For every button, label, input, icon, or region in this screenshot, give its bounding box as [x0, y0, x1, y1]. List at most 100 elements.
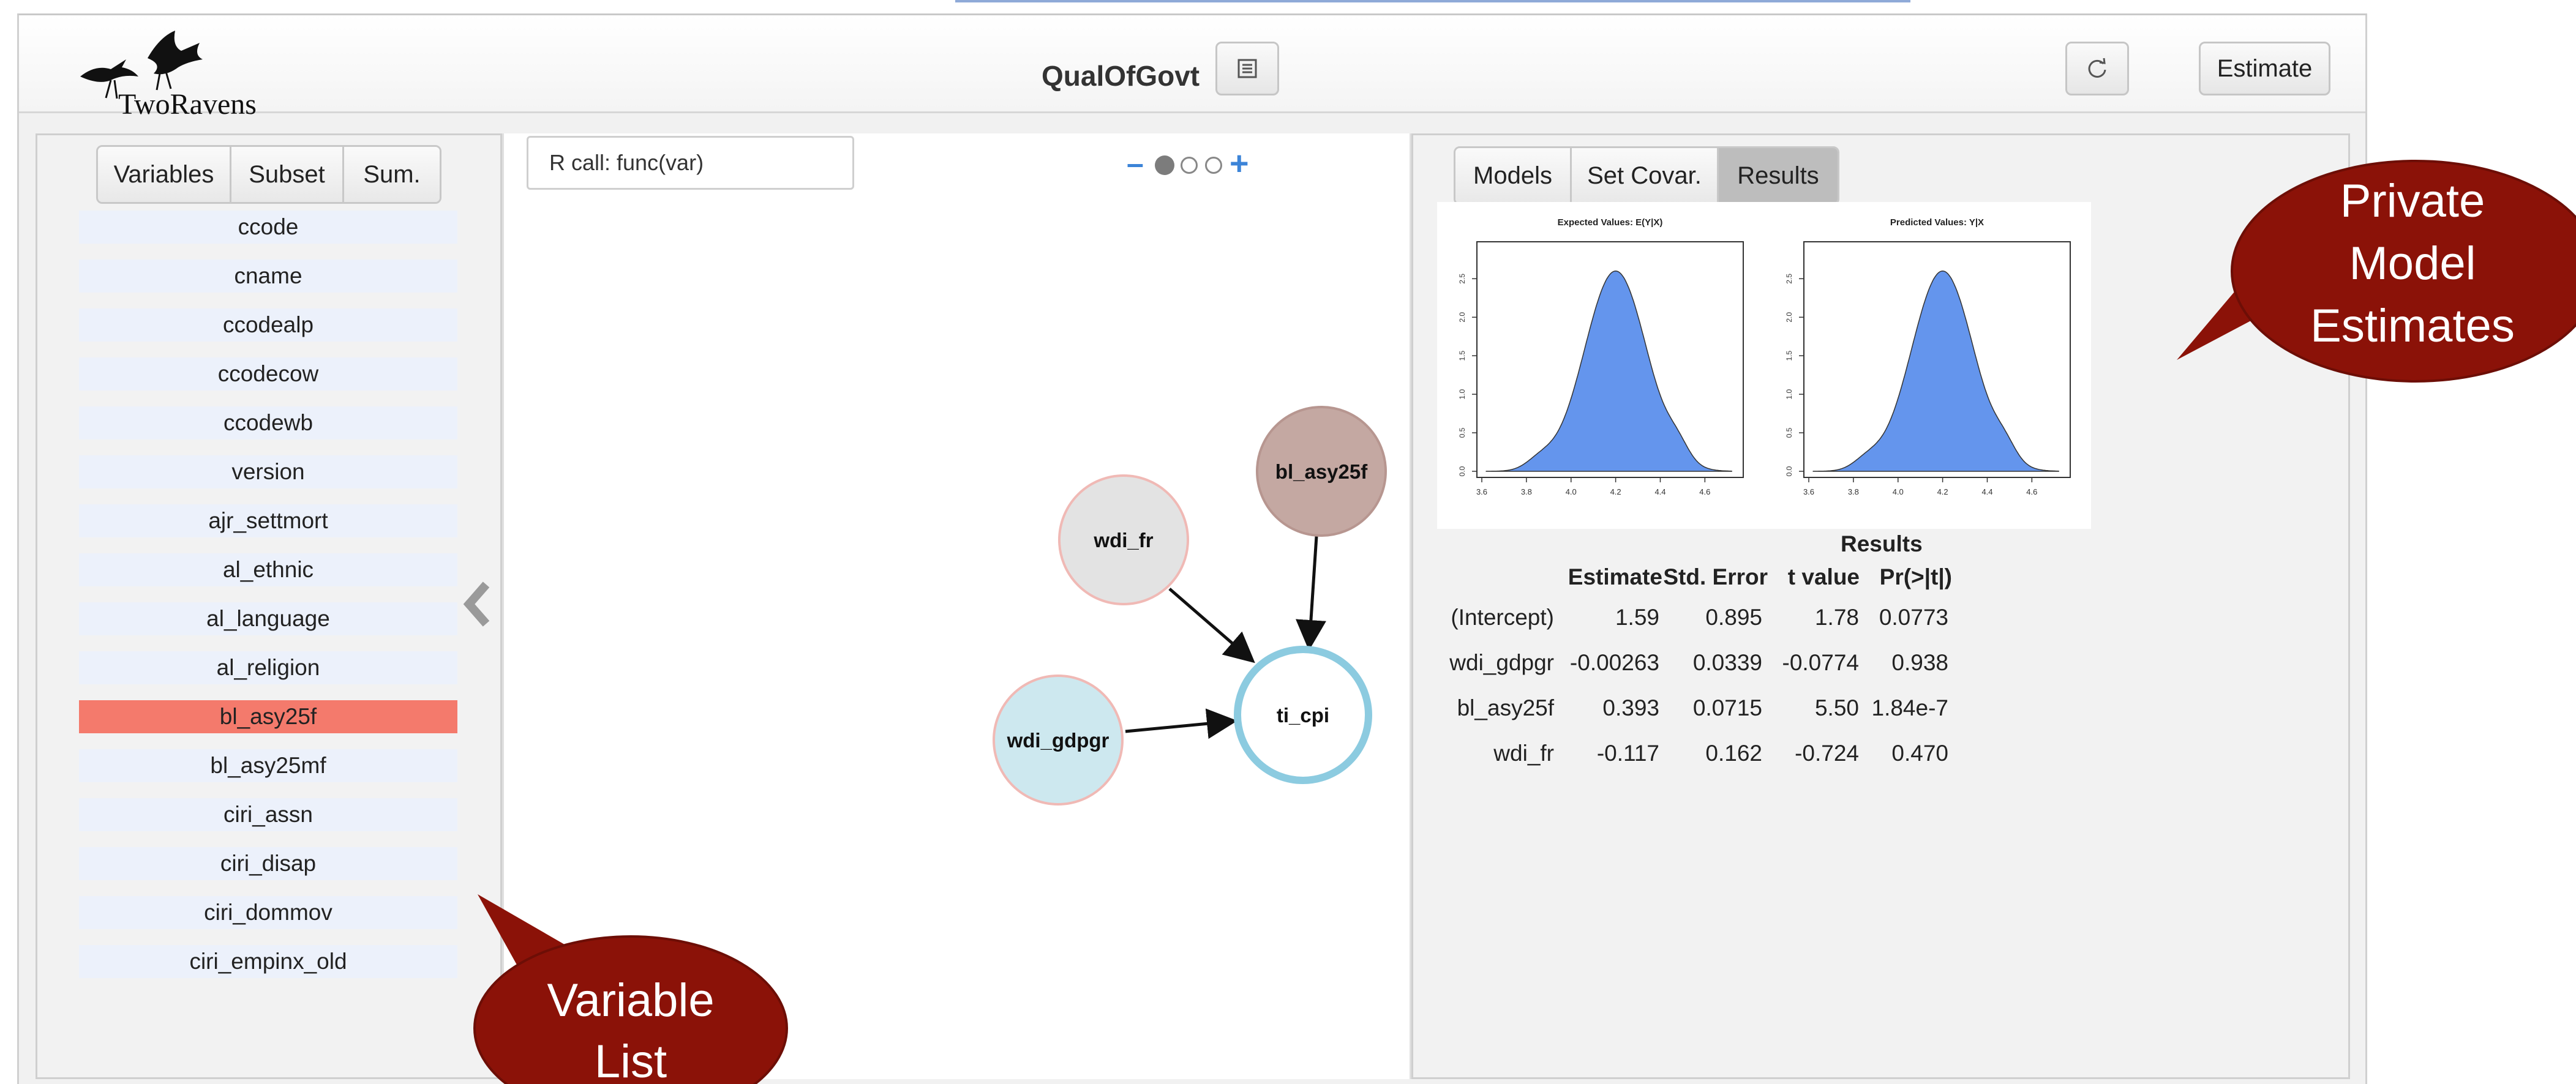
app-root: TwoRavens QualOfGovt Estimate Variables … [0, 0, 2576, 1084]
x-tick-label: 4.4 [1981, 487, 1992, 496]
x-tick-label: 4.6 [1699, 487, 1710, 496]
tab-results-label: Results [1737, 162, 1819, 189]
results-cell: 0.895 [1705, 605, 1762, 630]
variable-item[interactable]: ccode [79, 211, 457, 244]
tab-results[interactable]: Results [1719, 148, 1838, 203]
results-column-header: Std. Error [1663, 564, 1768, 589]
variable-item[interactable]: al_ethnic [79, 553, 457, 586]
y-tick-label: 2.0 [1785, 312, 1793, 323]
variable-item[interactable]: version [79, 455, 457, 488]
y-tick-label: 0.0 [1785, 466, 1793, 476]
list-icon [1237, 59, 1257, 78]
results-cell: -0.117 [1596, 741, 1659, 766]
variable-item[interactable]: al_religion [79, 651, 457, 684]
node-label: bl_asy25f [1275, 460, 1368, 483]
results-plots: Expected Values: E(Y|X) 3.6 3.8 4.0 4.2 4.4 4.… [1437, 202, 2091, 529]
tab-variables[interactable]: Variables [98, 147, 231, 202]
tab-set-covar[interactable]: Set Covar. [1572, 148, 1719, 203]
x-tick-label: 3.8 [1521, 487, 1532, 496]
x-tick-label: 4.2 [1937, 487, 1948, 496]
results-row-name: (Intercept) [1451, 605, 1554, 630]
tab-set-covar-label: Set Covar. [1587, 162, 1702, 189]
callout-line: Estimates [2310, 300, 2515, 352]
callout-model-estimates-text: Private Model Estimates [2278, 170, 2547, 357]
results-column-header: t value [1787, 564, 1860, 589]
estimate-button[interactable]: Estimate [2199, 42, 2330, 95]
edge-bl_asy25f-ti_cpi [1296, 536, 1326, 651]
results-cell: 0.162 [1705, 741, 1762, 766]
tab-models[interactable]: Models [1455, 148, 1572, 203]
results-cell: 0.938 [1891, 650, 1948, 675]
results-cell: 1.78 [1814, 605, 1859, 630]
x-tick-label: 4.4 [1654, 487, 1665, 496]
y-tick-label: 0.5 [1785, 427, 1793, 438]
y-tick-label: 2.0 [1458, 312, 1466, 323]
x-tick-label: 4.6 [2026, 487, 2037, 496]
results-cell: 0.393 [1602, 695, 1659, 720]
edge-wdi_fr-ti_cpi [1168, 588, 1255, 663]
zoom-dot[interactable] [1205, 157, 1222, 174]
results-cell: 1.59 [1615, 605, 1659, 630]
variable-item[interactable]: bl_asy25mf [79, 749, 457, 782]
tab-subset-label: Subset [249, 160, 325, 188]
refresh-icon [2088, 58, 2106, 78]
results-row-name: bl_asy25f [1457, 695, 1554, 720]
results-cell: -0.724 [1795, 741, 1859, 766]
zoom-out-button[interactable]: – [1127, 146, 1144, 181]
tab-models-label: Models [1473, 162, 1552, 189]
callout-line: Model [2349, 237, 2476, 290]
variable-item[interactable]: ccodewb [79, 406, 457, 439]
tab-summary-label: Sum. [363, 160, 421, 188]
navbar: TwoRavens QualOfGovt Estimate [19, 15, 2365, 121]
results-cell: 0.0339 [1692, 650, 1762, 675]
results-column-header: Pr(>|t|) [1879, 564, 1952, 589]
notes-button[interactable] [1215, 42, 1279, 95]
variable-item[interactable]: ajr_settmort [79, 504, 457, 537]
results-cell: -0.00263 [1569, 650, 1659, 675]
results-cell: 0.0715 [1692, 695, 1762, 720]
edge-wdi_gdpgr-ti_cpi [1125, 708, 1237, 739]
tab-variables-label: Variables [113, 160, 214, 188]
x-tick-label: 3.6 [1803, 487, 1814, 496]
tab-summary[interactable]: Sum. [344, 147, 440, 202]
plot-title: Predicted Values: Y|X [1890, 217, 1984, 228]
r-call-field[interactable]: R call: func(var) [527, 136, 854, 190]
variable-item[interactable]: cname [79, 260, 457, 293]
x-tick-label: 4.0 [1566, 487, 1577, 496]
variable-item[interactable]: al_language [79, 602, 457, 635]
variable-item[interactable]: bl_asy25f [79, 700, 457, 733]
results-column-header: Estimate [1568, 564, 1662, 589]
left-tabs: Variables Subset Sum. [96, 145, 441, 204]
variable-item[interactable]: ccodealp [79, 308, 457, 342]
dataset-title: QualOfGovt [1042, 60, 1200, 92]
plot-title: Expected Values: E(Y|X) [1558, 217, 1663, 228]
variable-item[interactable]: ciri_assn [79, 798, 457, 831]
logo-text: TwoRavens [118, 88, 257, 121]
variable-item[interactable]: ciri_empinx_old [79, 945, 457, 978]
chevron-left-icon[interactable] [460, 580, 497, 629]
variable-item[interactable]: ciri_dommov [79, 896, 457, 929]
y-tick-label: 2.5 [1785, 274, 1793, 284]
y-tick-label: 0.5 [1458, 427, 1466, 438]
results-cell: -0.0774 [1782, 650, 1860, 675]
y-tick-label: 1.0 [1785, 389, 1793, 399]
y-tick-label: 1.0 [1458, 389, 1466, 399]
variable-item[interactable]: ciri_disap [79, 847, 457, 880]
tab-subset[interactable]: Subset [231, 147, 344, 202]
results-row-name: wdi_fr [1493, 741, 1554, 766]
zoom-in-button[interactable]: + [1230, 144, 1249, 182]
node-label: ti_cpi [1277, 704, 1329, 727]
variable-item[interactable]: ccodecow [79, 357, 457, 391]
reset-button[interactable] [2065, 42, 2129, 95]
zoom-dot[interactable] [1181, 157, 1198, 174]
variable-graph[interactable]: wdi_fr bl_asy25f wdi_gdpgr ti_cpi [955, 379, 1408, 820]
callout-line: List [594, 1036, 667, 1084]
results-title: Results [1841, 531, 1923, 556]
results-cell: 1.84e-7 [1871, 695, 1949, 720]
y-tick-label: 1.5 [1785, 351, 1793, 361]
right-tabs: Models Set Covar. Results [1454, 146, 1839, 205]
results-row-name: wdi_gdpgr [1449, 650, 1554, 675]
zoom-dot-active[interactable] [1155, 155, 1174, 175]
y-tick-label: 1.5 [1458, 351, 1466, 361]
node-label: wdi_fr [1093, 529, 1153, 551]
